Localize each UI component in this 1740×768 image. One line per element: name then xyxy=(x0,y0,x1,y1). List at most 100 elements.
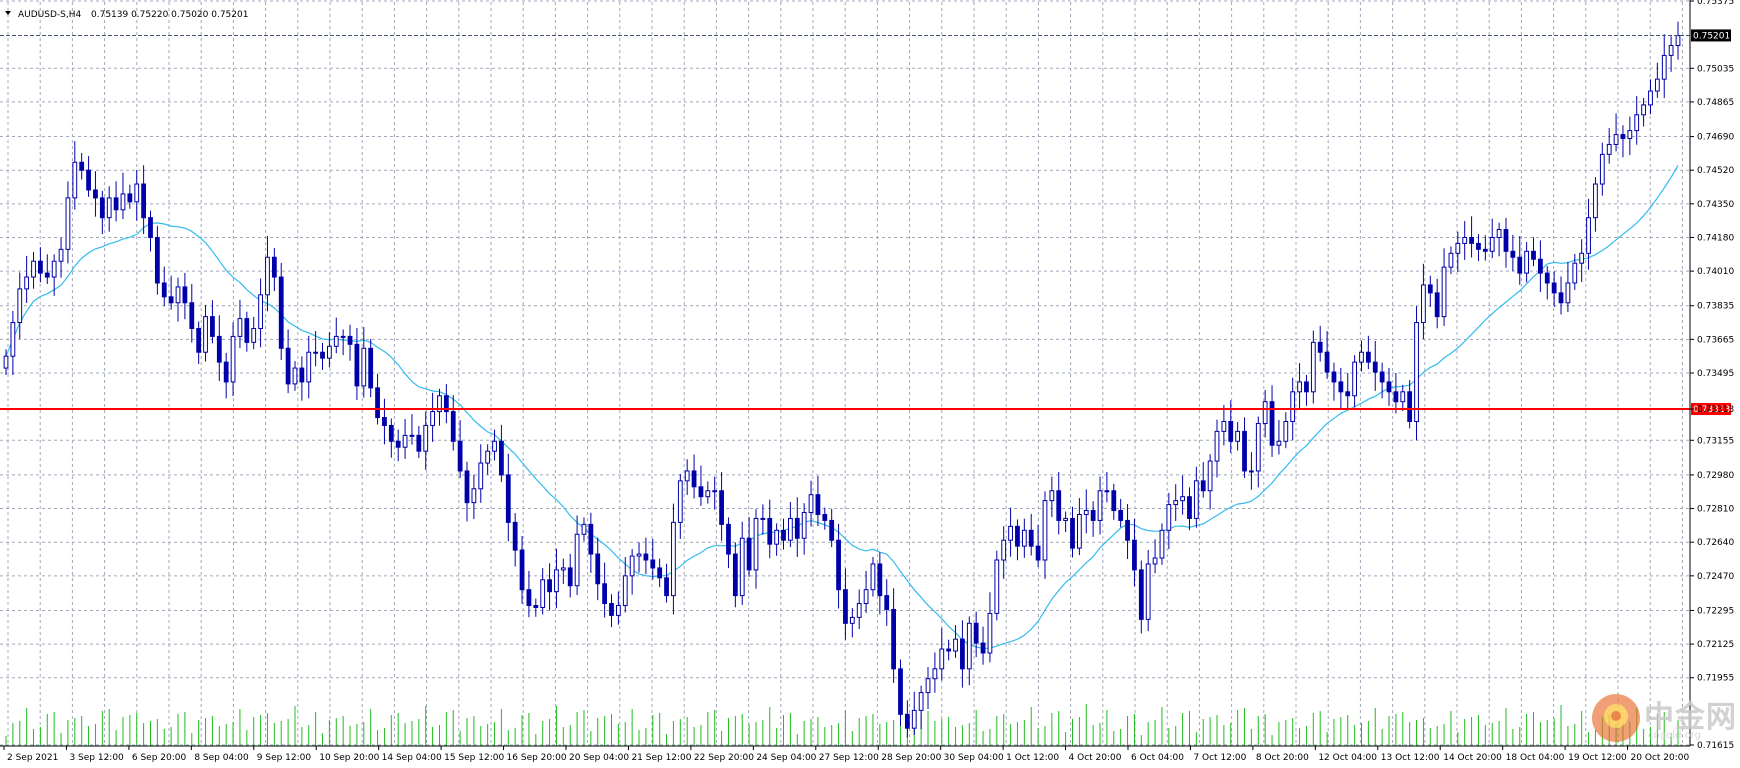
candle-bear xyxy=(843,589,848,624)
candle-bear xyxy=(904,713,910,729)
y-tick-label: 0.72980 xyxy=(1697,471,1734,481)
x-tick-label: 15 Sep 12:00 xyxy=(444,753,504,763)
x-tick-label: 3 Sep 12:00 xyxy=(69,753,124,763)
candle-bull xyxy=(409,434,415,437)
candle-bear xyxy=(781,529,786,541)
candle-bear xyxy=(196,327,202,353)
candle-bear xyxy=(746,537,752,571)
candle-bull xyxy=(774,529,780,545)
candle-bull xyxy=(1586,217,1591,254)
candle-bear xyxy=(588,523,594,555)
candle-bear xyxy=(1379,371,1385,383)
candle-bear xyxy=(450,411,456,442)
x-tick-label: 1 Oct 12:00 xyxy=(1006,753,1059,763)
candle-bull xyxy=(911,709,917,729)
x-tick-label: 9 Sep 12:00 xyxy=(257,753,312,763)
candle-bear xyxy=(719,490,724,525)
candle-bull xyxy=(574,533,580,587)
candle-bull xyxy=(1249,470,1254,473)
candle-bull xyxy=(966,622,972,670)
candle-bear xyxy=(244,318,250,343)
symbol-label: AUDUSD-S,H4 xyxy=(18,10,81,20)
candle-bear xyxy=(354,343,360,387)
candle-bear xyxy=(1482,248,1488,252)
candle-bear xyxy=(657,567,663,579)
candle-bear xyxy=(278,276,284,349)
price-chart[interactable]: 0.73313 0.75201 0.75375 0.75035 0.74865 0.74… xyxy=(0,0,1740,764)
y-tick-label: 0.72125 xyxy=(1697,640,1734,650)
candle-bear xyxy=(1132,539,1137,571)
candle-bull xyxy=(1641,104,1646,116)
candle-bull xyxy=(17,288,23,324)
candle-bear xyxy=(1476,242,1481,250)
y-tick-label: 0.71955 xyxy=(1697,674,1734,684)
candle-bear xyxy=(664,577,669,597)
candle-bull xyxy=(10,322,16,357)
candle-bull xyxy=(333,335,339,347)
candle-bull xyxy=(1290,391,1296,422)
candle-bull xyxy=(1152,557,1158,565)
candle-bull xyxy=(1654,78,1660,92)
candle-bear xyxy=(1111,490,1117,512)
candle-bull xyxy=(1207,460,1213,492)
candle-bull xyxy=(24,276,30,290)
candle-bull xyxy=(1076,513,1082,549)
candle-bear xyxy=(884,595,890,610)
candle-bear xyxy=(643,553,649,561)
candle-bull xyxy=(1414,322,1419,422)
candle-bull xyxy=(1441,266,1447,318)
x-tick-label: 14 Oct 20:00 xyxy=(1443,753,1502,763)
candle-bull xyxy=(1063,517,1069,521)
candle-bull xyxy=(1214,430,1220,462)
candle-bull xyxy=(1593,183,1598,219)
y-tick-label: 0.74690 xyxy=(1697,133,1734,143)
y-tick-label: 0.74865 xyxy=(1697,98,1734,108)
candle-bear xyxy=(1118,510,1124,521)
candle-bear xyxy=(1345,391,1351,397)
candle-bear xyxy=(526,589,532,607)
candle-bull xyxy=(987,612,993,654)
y-tick-label: 0.73835 xyxy=(1697,302,1734,312)
x-tick-label: 8 Sep 04:00 xyxy=(194,753,249,763)
candle-bear xyxy=(1028,529,1034,547)
candle-bear xyxy=(836,539,841,591)
candle-bull xyxy=(65,197,71,250)
candle-bull xyxy=(932,668,938,680)
candle-bear xyxy=(271,256,277,278)
candle-bear xyxy=(1228,420,1234,442)
candle-bear xyxy=(595,553,601,585)
chart-canvas[interactable]: 0.73313 0.75201 0.75375 0.75035 0.74865 0.74… xyxy=(0,0,1740,764)
candle-bear xyxy=(1138,569,1144,620)
candle-bull xyxy=(251,327,257,343)
y-tick-label: 0.74180 xyxy=(1697,233,1734,243)
x-tick-label: 24 Sep 04:00 xyxy=(756,753,816,763)
candle-bear xyxy=(609,603,614,616)
candle-bull xyxy=(554,569,559,593)
candle-bear xyxy=(210,316,215,337)
candle-bull xyxy=(306,351,312,383)
x-tick-label: 20 Sep 04:00 xyxy=(569,753,629,763)
candle-bull xyxy=(1159,529,1165,559)
y-tick-label: 0.73495 xyxy=(1697,369,1734,379)
candle-bull xyxy=(1021,529,1027,547)
candle-bull xyxy=(677,480,683,523)
candle-bear xyxy=(93,189,98,199)
y-tick-label: 0.73665 xyxy=(1697,335,1734,345)
candle-bull xyxy=(1599,153,1605,185)
candle-bear xyxy=(898,668,903,715)
candle-bull xyxy=(540,579,546,608)
candle-bull xyxy=(361,347,367,387)
candle-bull xyxy=(292,367,298,385)
candle-bear xyxy=(368,347,374,389)
candle-bull xyxy=(629,555,635,577)
candle-bull xyxy=(1648,90,1653,106)
y-tick-label: 0.72810 xyxy=(1697,505,1734,515)
x-tick-label: 20 Oct 20:00 xyxy=(1631,753,1690,763)
x-tick-label: 4 Oct 20:00 xyxy=(1069,753,1122,763)
candle-bull xyxy=(471,488,477,504)
candle-bull xyxy=(939,648,945,670)
candle-bull xyxy=(1462,236,1468,244)
candle-bear xyxy=(113,197,119,211)
candle-bull xyxy=(760,517,766,520)
x-tick-label: 10 Sep 20:00 xyxy=(319,753,379,763)
